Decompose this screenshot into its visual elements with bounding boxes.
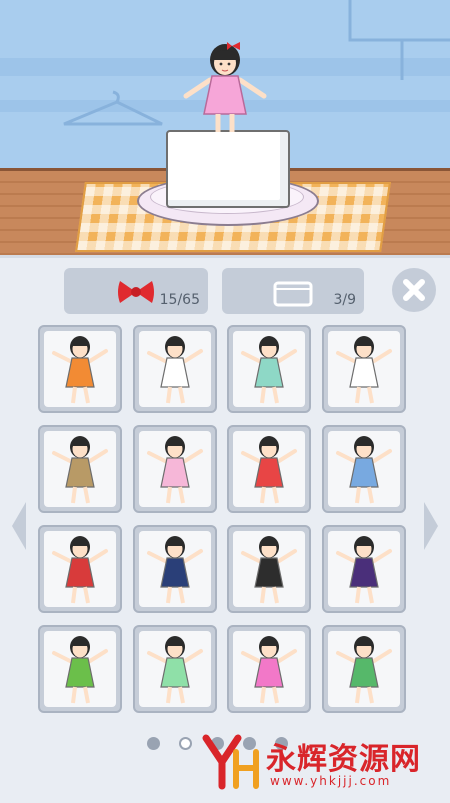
card-count: 3/9 bbox=[333, 292, 356, 308]
watermark-logo-icon bbox=[202, 734, 259, 790]
costume-slot-hula[interactable] bbox=[38, 625, 122, 713]
prev-page-arrow[interactable] bbox=[8, 500, 30, 552]
page-dot-1[interactable] bbox=[147, 737, 160, 750]
costume-figure-caveman bbox=[52, 436, 108, 504]
costume-slot-hawaiian-dress[interactable] bbox=[38, 325, 122, 413]
costume-figure-hula bbox=[52, 636, 108, 704]
room-scene bbox=[0, 0, 450, 258]
costume-figure-sailor-dress bbox=[241, 336, 297, 404]
ribbon-icon bbox=[118, 281, 154, 303]
window-frame bbox=[348, 0, 450, 80]
costume-slot-shrine-maiden[interactable] bbox=[38, 525, 122, 613]
costume-slot-ghost-robe[interactable] bbox=[132, 325, 217, 413]
girl-character[interactable] bbox=[180, 36, 270, 140]
page-dot-2[interactable] bbox=[179, 737, 192, 750]
costume-slot-police[interactable] bbox=[132, 525, 217, 613]
costume-slot-caveman[interactable] bbox=[38, 425, 122, 513]
costume-figure-police bbox=[146, 536, 203, 604]
watermark-text: 永辉资源网 bbox=[266, 742, 421, 777]
costume-figure-cheerleader bbox=[335, 336, 392, 404]
close-x-icon bbox=[403, 279, 425, 301]
costume-figure-tennis bbox=[335, 436, 392, 504]
costume-slot-cheerleader[interactable] bbox=[321, 325, 406, 413]
costume-figure-heian-kimono bbox=[335, 636, 392, 704]
ribbon-count: 15/65 bbox=[159, 292, 200, 308]
watermark: 永辉资源网 www.yhkjjj.com bbox=[198, 730, 450, 792]
card-icon bbox=[273, 281, 313, 307]
costume-slot-tennis[interactable] bbox=[321, 425, 406, 513]
costume-figure-ghost-robe bbox=[146, 336, 203, 404]
costume-slot-sailor-dress[interactable] bbox=[227, 325, 311, 413]
costume-slot-qing-robe[interactable] bbox=[321, 525, 406, 613]
costume-figure-idol-singer bbox=[241, 636, 297, 704]
tofu-block bbox=[166, 130, 290, 208]
costume-slot-bunny-suit[interactable] bbox=[132, 425, 217, 513]
costume-slot-heian-kimono[interactable] bbox=[321, 625, 406, 713]
hanger-icon bbox=[63, 90, 163, 126]
watermark-url: www.yhkjjj.com bbox=[270, 774, 392, 788]
costume-figure-bunny-suit bbox=[146, 436, 203, 504]
ribbon-counter: 15/65 bbox=[64, 268, 208, 314]
costume-figure-hawaiian-dress bbox=[52, 336, 108, 404]
costume-figure-office-suit bbox=[241, 536, 297, 604]
costume-figure-fairy bbox=[146, 636, 203, 704]
card-counter: 3/9 bbox=[222, 268, 364, 314]
close-button[interactable] bbox=[392, 268, 436, 312]
costume-figure-basketball bbox=[241, 436, 297, 504]
costume-figure-shrine-maiden bbox=[52, 536, 108, 604]
next-page-arrow[interactable] bbox=[420, 500, 442, 552]
costume-slot-basketball[interactable] bbox=[227, 425, 311, 513]
costume-slot-office-suit[interactable] bbox=[227, 525, 311, 613]
costume-slot-fairy[interactable] bbox=[132, 625, 217, 713]
costume-figure-qing-robe bbox=[335, 536, 392, 604]
costume-slot-idol-singer[interactable] bbox=[227, 625, 311, 713]
